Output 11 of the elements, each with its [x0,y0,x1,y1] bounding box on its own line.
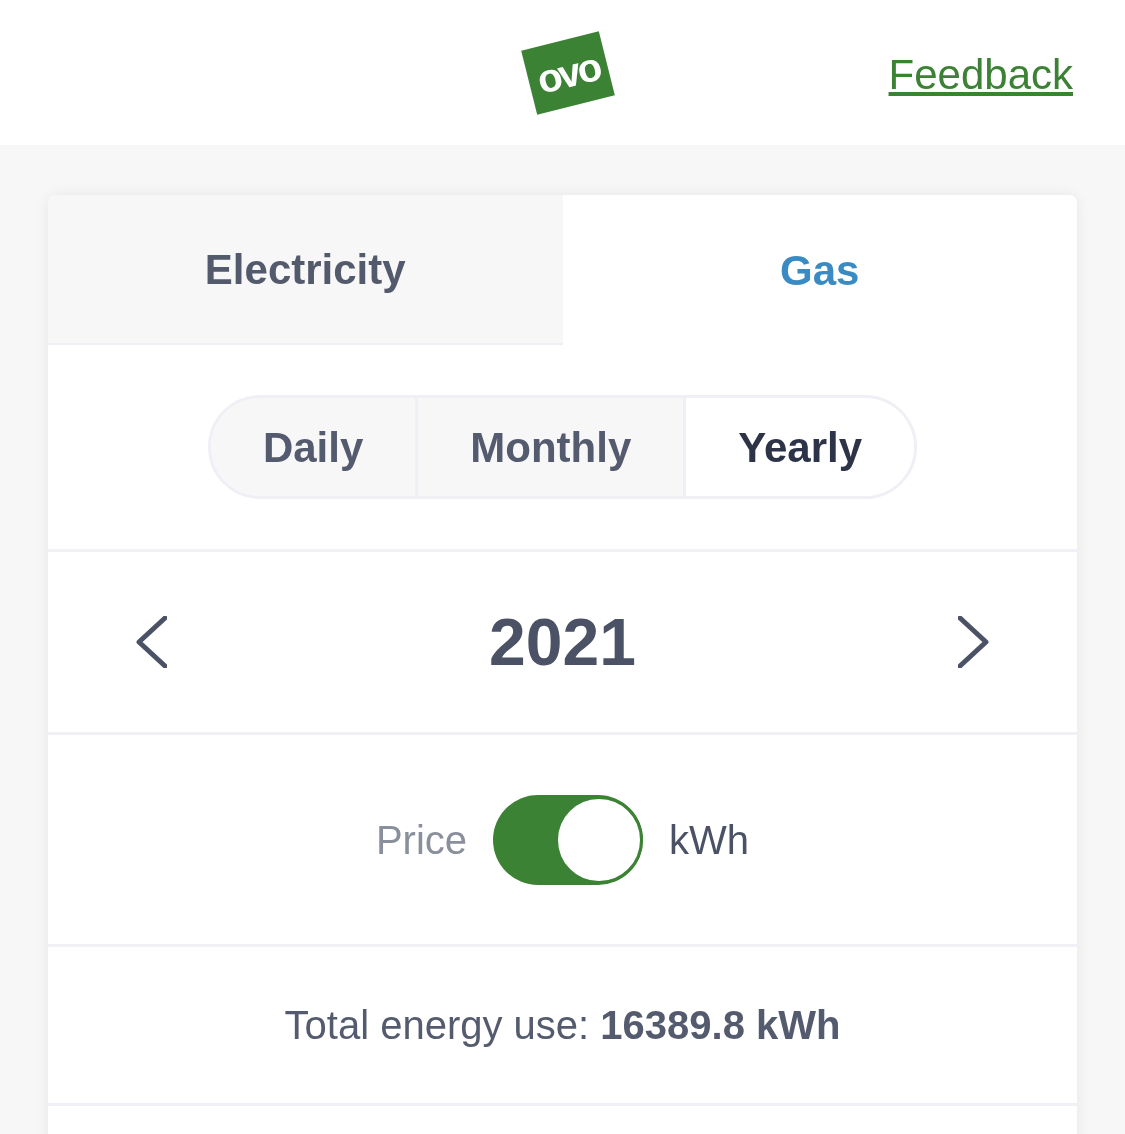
brand-logo: ovo [520,30,615,115]
total-energy-text: Total energy use: 16389.8 kWh [284,1005,841,1045]
chevron-right-icon [958,616,990,668]
fuel-tab[interactable]: Gas [562,195,1077,345]
price-label: Price [375,819,468,860]
kwh-label: kWh [669,819,750,860]
period-option[interactable]: Yearly [683,398,915,496]
chevron-left-icon [135,616,167,668]
fuel-tab[interactable]: Electricity [48,195,563,345]
feedback-link[interactable]: Feedback [888,54,1073,96]
year-label: 2021 [489,609,636,675]
